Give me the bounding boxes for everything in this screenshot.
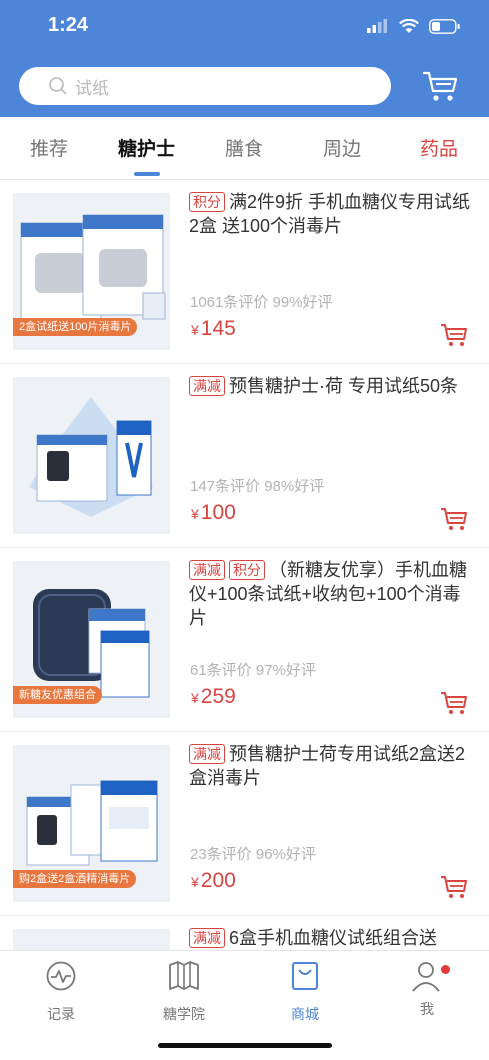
tabbar-label: 糖学院 — [163, 1006, 205, 1022]
product-price: ¥200 — [191, 869, 236, 892]
add-to-cart-icon[interactable] — [440, 507, 468, 531]
tabbar-item-me[interactable]: 我 — [382, 959, 472, 1019]
product-image — [13, 929, 170, 950]
wifi-icon — [399, 18, 419, 33]
product-price: ¥100 — [191, 501, 236, 524]
product-title: 满减 积分 （新糖友优享）手机血糖仪+100条试纸+收纳包+100个消毒片 — [189, 560, 467, 628]
product-image: 2盒试纸送100片消毒片 — [13, 193, 170, 350]
add-to-cart-icon[interactable] — [440, 691, 468, 715]
signal-icon — [367, 19, 387, 33]
product-image: 新糖友优惠组合 — [13, 561, 170, 718]
battery-icon — [429, 18, 460, 34]
tab-diet[interactable]: 膳食 — [225, 134, 263, 161]
top-header: 1:24 试纸 — [0, 0, 489, 117]
add-to-cart-icon[interactable] — [440, 875, 468, 899]
product-title: 满减 预售糖护士荷专用试纸2盒送2盒消毒片 — [189, 744, 466, 788]
tabbar-label: 商城 — [291, 1006, 319, 1022]
record-icon — [46, 961, 76, 991]
discount-tag: 满减 — [189, 560, 225, 580]
active-tab-indicator — [134, 172, 160, 176]
tabbar-item-academy[interactable]: 糖学院 — [139, 959, 229, 1024]
product-price: ¥145 — [191, 317, 236, 340]
add-to-cart-icon[interactable] — [440, 323, 468, 347]
shop-bag-icon — [292, 962, 318, 990]
product-reviews: 1061条评价 99%好评 — [190, 294, 333, 311]
tab-accessories[interactable]: 周边 — [323, 134, 361, 161]
product-item[interactable]: 满减 6盒手机血糖仪试纸组合送 — [0, 916, 489, 950]
promo-badge: 购2盒送2盒酒精消毒片 — [13, 870, 137, 888]
tab-tanghushi[interactable]: 糖护士 — [118, 134, 175, 161]
search-bar[interactable]: 试纸 — [19, 67, 391, 105]
promo-badge: 2盒试纸送100片消毒片 — [13, 318, 138, 336]
product-title: 满减 6盒手机血糖仪试纸组合送 — [189, 926, 474, 950]
discount-tag: 满减 — [189, 928, 225, 948]
tabbar-item-mall[interactable]: 商城 — [260, 959, 350, 1024]
tabbar-label: 我 — [420, 1001, 434, 1017]
tabbar-label: 记录 — [47, 1006, 75, 1022]
home-indicator — [158, 1043, 332, 1048]
notification-dot — [441, 965, 450, 974]
product-image — [13, 377, 170, 534]
product-item[interactable]: 新糖友优惠组合 满减 积分 （新糖友优享）手机血糖仪+100条试纸+收纳包+100个… — [0, 548, 489, 732]
category-tabs: 推荐 糖护士 膳食 周边 药品 — [0, 117, 489, 180]
product-reviews: 61条评价 97%好评 — [190, 662, 316, 679]
search-input[interactable]: 试纸 — [75, 74, 109, 99]
product-title: 积分 满2件9折 手机血糖仪专用试纸2盒 送100个消毒片 — [189, 192, 471, 236]
discount-tag: 满减 — [189, 376, 225, 396]
product-title: 满减 预售糖护士·荷 专用试纸50条 — [189, 374, 474, 398]
status-icons — [367, 15, 461, 37]
discount-tag: 满减 — [189, 744, 225, 764]
status-time: 1:24 — [48, 14, 89, 36]
product-item[interactable]: 购2盒送2盒酒精消毒片 满减 预售糖护士荷专用试纸2盒送2盒消毒片 23条评价 9… — [0, 732, 489, 916]
points-tag: 积分 — [189, 192, 225, 212]
promo-badge: 新糖友优惠组合 — [13, 686, 102, 704]
cart-icon[interactable] — [420, 68, 460, 104]
tab-medicine[interactable]: 药品 — [420, 134, 458, 161]
profile-icon — [412, 962, 440, 992]
product-list: 2盒试纸送100片消毒片 积分 满2件9折 手机血糖仪专用试纸2盒 送100个消毒… — [0, 180, 489, 950]
product-item[interactable]: 满减 预售糖护士·荷 专用试纸50条 147条评价 98%好评 ¥100 — [0, 364, 489, 548]
book-icon — [169, 961, 199, 990]
tabbar-item-record[interactable]: 记录 — [16, 959, 106, 1024]
tab-recommend[interactable]: 推荐 — [30, 134, 68, 161]
product-price: ¥259 — [191, 685, 236, 708]
product-reviews: 147条评价 98%好评 — [190, 478, 325, 495]
product-item[interactable]: 2盒试纸送100片消毒片 积分 满2件9折 手机血糖仪专用试纸2盒 送100个消毒… — [0, 180, 489, 364]
search-icon — [47, 75, 69, 97]
product-reviews: 23条评价 96%好评 — [190, 846, 316, 863]
product-image: 购2盒送2盒酒精消毒片 — [13, 745, 170, 902]
points-tag: 积分 — [229, 560, 265, 580]
